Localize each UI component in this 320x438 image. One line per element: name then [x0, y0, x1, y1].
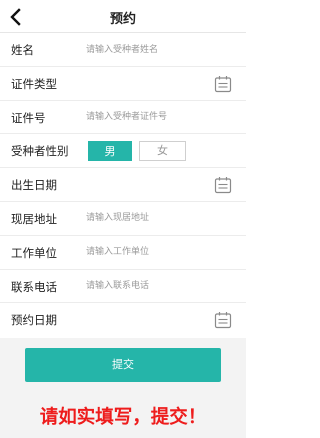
address-input[interactable]: [86, 209, 236, 227]
id-type-row[interactable]: 证件类型: [0, 67, 246, 101]
employer-label: 工作单位: [11, 245, 57, 260]
id-number-row: 证件号: [0, 101, 246, 135]
appointment-date-row[interactable]: 预约日期: [0, 303, 246, 337]
gender-option-female[interactable]: 女: [139, 141, 186, 162]
address-label: 现居地址: [11, 211, 57, 226]
calendar-icon[interactable]: [214, 75, 232, 93]
employer-row: 工作单位: [0, 236, 246, 270]
employer-input[interactable]: [86, 243, 236, 261]
calendar-icon[interactable]: [214, 311, 232, 329]
id-number-label: 证件号: [11, 110, 46, 125]
submit-button[interactable]: 提交: [25, 348, 221, 382]
appointment-form: 姓名 证件类型 证件号 受种者性别 男 女 出生日期 现居地址: [0, 33, 246, 337]
id-type-label: 证件类型: [11, 76, 57, 91]
name-row: 姓名: [0, 33, 246, 67]
calendar-icon[interactable]: [214, 176, 232, 194]
app-header: 预约: [0, 0, 246, 33]
birth-date-label: 出生日期: [11, 178, 57, 193]
phone-input[interactable]: [86, 277, 236, 295]
gender-option-male[interactable]: 男: [88, 141, 132, 162]
form-footer: 提交 请如实填写，提交！: [0, 338, 246, 438]
phone-row: 联系电话: [0, 270, 246, 304]
birth-date-row[interactable]: 出生日期: [0, 168, 246, 202]
page-title: 预约: [109, 12, 136, 27]
name-label: 姓名: [11, 43, 34, 57]
id-number-input[interactable]: [86, 108, 236, 126]
name-input[interactable]: [86, 41, 236, 58]
phone-label: 联系电话: [11, 279, 57, 294]
appointment-date-label: 预约日期: [11, 313, 57, 328]
warning-text: 请如实填写，提交！: [39, 407, 207, 428]
gender-label: 受种者性别: [11, 144, 69, 159]
address-row: 现居地址: [0, 202, 246, 236]
gender-row: 受种者性别 男 女: [0, 134, 246, 169]
